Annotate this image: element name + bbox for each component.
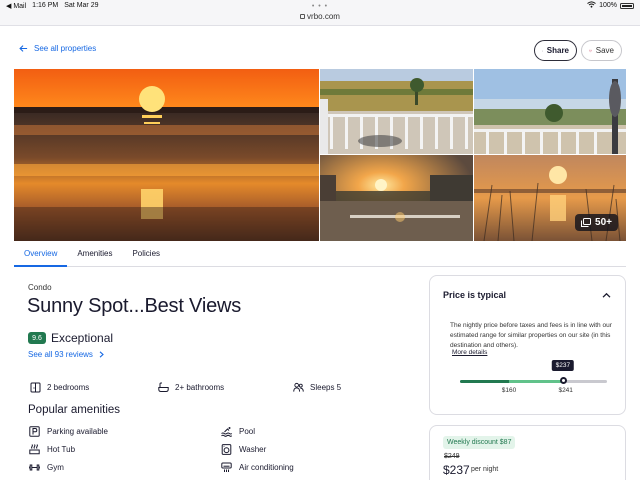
photo-sunset-porch[interactable]	[320, 155, 473, 241]
tab-overview[interactable]: Overview	[14, 241, 68, 267]
date: Sat Mar 29	[64, 1, 99, 9]
nightly-price: $237	[443, 463, 470, 477]
pool-icon	[221, 427, 232, 437]
more-photos-count: 50+	[595, 217, 612, 228]
address-bar[interactable]: vrbo.com	[0, 12, 640, 21]
battery-percent: 100%	[599, 2, 617, 9]
share-label: Share	[546, 46, 569, 55]
more-details-link[interactable]: More details	[452, 349, 487, 356]
sleeps-label: Sleeps 5	[310, 383, 342, 392]
reviews-label: See all 93 reviews	[28, 350, 93, 359]
lock-icon	[300, 14, 306, 20]
popular-amenities-heading: Popular amenities	[28, 404, 121, 416]
amenity-label: Gym	[47, 463, 64, 472]
price-insight-card: Price is typical The nightly price befor…	[429, 275, 626, 415]
original-price: $249	[444, 453, 460, 460]
price-range-bar	[460, 377, 607, 384]
range-below-typical	[460, 380, 509, 383]
amenity-label: Pool	[239, 427, 256, 436]
back-label: See all properties	[34, 44, 97, 53]
bathtub-icon	[158, 382, 169, 392]
tab-policies[interactable]: Policies	[122, 241, 170, 267]
save-button[interactable]: Save	[581, 40, 622, 61]
washer-icon	[221, 444, 232, 455]
see-all-reviews-link[interactable]: See all 93 reviews	[28, 350, 104, 359]
view-more-photos-button[interactable]: 50+	[575, 214, 618, 231]
arrow-left-icon	[19, 45, 28, 52]
amenity-label: Air conditioning	[239, 463, 294, 472]
current-price-tooltip: $237	[551, 360, 575, 371]
photo-stack-icon	[581, 218, 592, 227]
status-bar: ◀ Mail 1:16 PM Sat Mar 29 100%	[0, 0, 640, 11]
bedrooms-label: 2 bedrooms	[47, 383, 90, 392]
amenity-gym: Gym	[29, 462, 64, 473]
bathrooms-label: 2+ bathrooms	[175, 383, 225, 392]
range-high-label: $241	[558, 387, 573, 394]
property-type: Condo	[28, 283, 52, 292]
range-typical	[509, 380, 566, 383]
photo-gallery: 50+	[14, 69, 626, 241]
bedroom-icon	[30, 382, 41, 393]
wifi-icon	[587, 1, 596, 10]
air-conditioning-icon	[221, 462, 232, 472]
back-to-app-link[interactable]: ◀ Mail	[6, 2, 26, 10]
amenity-label: Washer	[239, 445, 267, 454]
booking-card: Weekly discount $87 $249 $237 per night	[429, 425, 626, 480]
share-icon	[542, 50, 543, 51]
section-tabs: Overview Amenities Policies	[14, 241, 626, 267]
chevron-up-icon[interactable]	[602, 291, 611, 300]
amenity-pool: Pool	[221, 426, 255, 437]
save-label: Save	[595, 46, 614, 55]
price-insight-description: The nightly price before taxes and fees …	[450, 322, 612, 349]
chevron-right-icon	[99, 351, 104, 358]
per-night-label: per night	[471, 466, 499, 473]
range-low-label: $160	[501, 387, 517, 394]
amenity-hot-tub: Hot Tub	[29, 444, 75, 455]
address-domain: vrbo.com	[307, 12, 340, 21]
photo-marsh-deck[interactable]	[320, 69, 473, 154]
amenity-label: Hot Tub	[47, 445, 76, 454]
clock: 1:16 PM	[32, 1, 59, 9]
property-title: Sunny Spot...Best Views	[27, 295, 242, 317]
share-button[interactable]: Share	[534, 40, 577, 61]
see-all-properties-link[interactable]: See all properties	[19, 44, 96, 53]
price-insight-heading: Price is typical	[443, 290, 507, 300]
heart-icon	[589, 49, 592, 52]
rating-label: Exceptional	[51, 331, 114, 345]
rating-badge: 9.6	[28, 332, 46, 344]
bedrooms-fact: 2 bedrooms	[30, 382, 89, 393]
amenity-label: Parking available	[47, 427, 108, 436]
battery-icon	[620, 2, 634, 9]
bathrooms-fact: 2+ bathrooms	[158, 382, 224, 393]
hot-tub-icon	[29, 444, 40, 455]
parking-icon	[29, 426, 40, 437]
guests-icon	[293, 382, 304, 392]
photo-bay-view[interactable]	[474, 69, 626, 154]
amenity-air-conditioning: Air conditioning	[221, 462, 294, 473]
gym-icon	[29, 464, 40, 471]
amenity-parking: Parking available	[29, 426, 108, 437]
weekly-discount-badge: Weekly discount $87	[443, 436, 516, 449]
amenity-washer: Washer	[221, 444, 266, 455]
sleeps-fact: Sleeps 5	[293, 382, 341, 393]
main-photo[interactable]	[14, 69, 319, 241]
tab-amenities[interactable]: Amenities	[67, 241, 122, 267]
current-price-marker	[559, 377, 567, 384]
